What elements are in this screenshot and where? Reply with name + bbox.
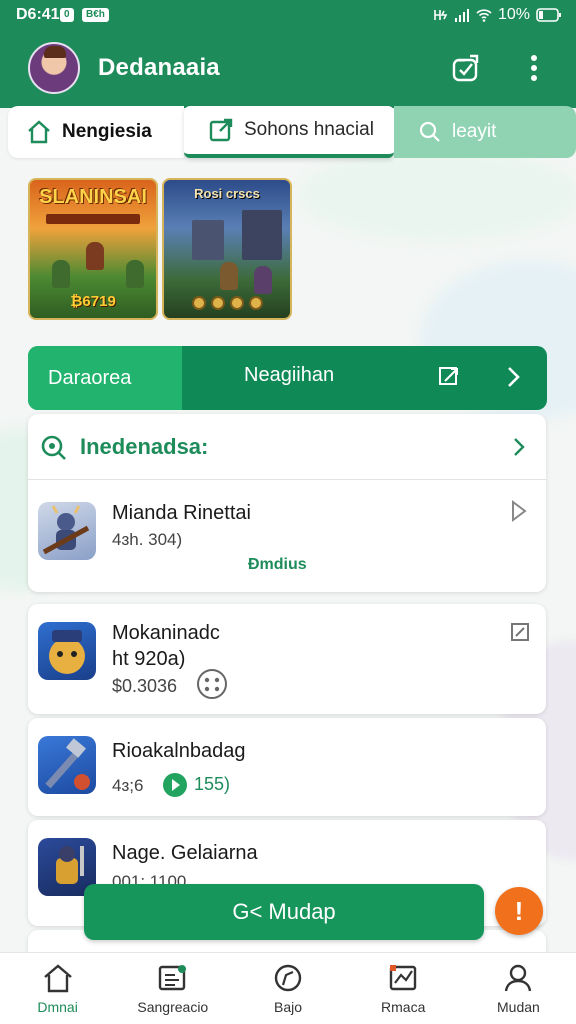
hero-figure [86, 242, 104, 270]
item-thumbnail [38, 736, 96, 794]
nav-news-label: Sangreacio [137, 999, 209, 1015]
app-header: Dedanaaia [0, 34, 576, 108]
network-icon [434, 10, 448, 20]
tab-social[interactable]: Sohons hnacial [184, 106, 394, 158]
item-name: Mokaninadc [112, 622, 220, 644]
search-item-badge: Ɖmdius [248, 556, 307, 573]
game-banner-2[interactable]: Rosi crscs [162, 178, 292, 320]
tab-layout[interactable]: leayit [394, 106, 576, 158]
tab-social-label: Sohons hnacial [244, 119, 374, 140]
item-name: Nage. Gelaiarna [112, 842, 258, 864]
home-icon [28, 120, 50, 144]
nav-profile[interactable]: Mudan [461, 953, 576, 1024]
play-icon[interactable] [162, 772, 188, 798]
search-icon [419, 121, 440, 142]
enemy-figure [254, 266, 272, 294]
tab-home[interactable]: Nengiesia [8, 106, 184, 158]
status-badge-1: 0 [60, 8, 74, 22]
compass-icon [274, 964, 302, 992]
play-outline-icon[interactable] [510, 500, 528, 522]
more-menu-button[interactable] [514, 48, 554, 88]
nav-explore-label: Bajo [273, 999, 303, 1015]
warrior-icon [42, 505, 90, 555]
section-left-tab[interactable]: Daraorea [28, 346, 182, 410]
tab-bar: Nengiesia Sohons hnacial leayit [0, 106, 576, 162]
avatar[interactable] [28, 42, 80, 94]
item-thumbnail [38, 622, 96, 680]
character-icon [49, 630, 85, 674]
item-count-badge: 155) [194, 774, 231, 794]
signal-icon [454, 9, 469, 22]
nav-news[interactable]: Sangreacio [115, 953, 230, 1024]
tab-home-label: Nengiesia [62, 121, 152, 142]
coin-icon [248, 296, 263, 310]
hammer-icon [45, 738, 90, 790]
person-icon [505, 964, 532, 992]
nav-activity-label: Rmaca [381, 999, 426, 1015]
coin-icon [229, 296, 244, 310]
banner-1-title: SLANINSAI [39, 186, 147, 208]
search-icon [41, 435, 66, 460]
item-subtitle: ht 920a) [112, 648, 186, 670]
compose-icon [209, 118, 233, 142]
section-next-button[interactable] [498, 362, 528, 392]
tab-layout-label: leayit [452, 121, 497, 142]
nav-activity[interactable]: Rmaca [346, 953, 461, 1024]
search-title: Inedenadsa: [80, 434, 209, 459]
chevron-right-icon [514, 438, 525, 456]
enemy-figure [126, 260, 144, 288]
banner-1-ribbon [46, 214, 140, 224]
nav-home[interactable]: Dmnai [0, 953, 115, 1024]
banner-2-title: Rosi crscs [194, 186, 260, 201]
search-item-name: Mianda Rinettai [112, 502, 251, 524]
hero-figure [220, 262, 238, 290]
status-badge-2: B€h [82, 8, 109, 22]
building [242, 210, 282, 260]
item-thumbnail [38, 502, 96, 560]
game-banner-1[interactable]: SLANINSAI ₿6719 [28, 178, 158, 320]
list-item[interactable]: Mokaninadc ht 920a) $0.3036 [28, 604, 546, 714]
list-item[interactable]: Rioakalnbadag 4ɜ;6 155) [28, 718, 546, 816]
battery-percent: 10% [497, 6, 530, 23]
coin-icon [210, 296, 225, 310]
search-header[interactable]: Inedenadsa: [28, 414, 546, 480]
wifi-icon [476, 9, 492, 22]
section-left-label: Daraorea [48, 366, 132, 389]
nav-explore[interactable]: Bajo [230, 953, 345, 1024]
building [192, 220, 224, 260]
search-item-sub: 4ɜh. 304) [112, 530, 183, 549]
chevron-right-icon [508, 367, 520, 387]
nav-home-label: Dmnai [37, 999, 78, 1015]
banner-1-footer: ₿6719 [70, 293, 116, 310]
share-icon [439, 367, 458, 385]
app-title: Dedanaaia [98, 54, 220, 81]
edit-check-icon [452, 54, 479, 82]
section-mid-label[interactable]: Neagiihan [244, 364, 334, 387]
item-subtitle: 4ɜ;6 [112, 776, 144, 795]
kebab-icon [531, 55, 537, 81]
battery-icon [536, 8, 561, 22]
search-card: Inedenadsa: Mianda Rinettai 4ɜh. 304) Ɖm… [28, 414, 546, 592]
bottom-nav: Dmnai Sangreacio Bajo Rmaca Mudan [0, 952, 576, 1024]
primary-action-button[interactable]: G< Mudap [84, 884, 484, 940]
share-button[interactable] [434, 362, 464, 392]
section-bar: Daraorea Neagiihan [28, 346, 547, 410]
nav-profile-label: Mudan [497, 999, 540, 1015]
dice-icon[interactable] [196, 668, 228, 700]
status-time: D6:41 [16, 6, 60, 23]
edit-button[interactable] [446, 48, 486, 88]
item-name: Rioakalnbadag [112, 740, 246, 762]
expand-icon[interactable] [510, 622, 530, 642]
status-bar: D6:41 0 B€h 10% [0, 0, 576, 34]
item-price: $0.3036 [112, 676, 178, 696]
home-icon [43, 964, 72, 993]
activity-icon [390, 965, 417, 991]
alert-fab[interactable]: ! [495, 887, 543, 935]
news-icon [158, 965, 186, 991]
coin-icon [191, 296, 206, 310]
banner-2-coins [164, 296, 290, 310]
enemy-figure [52, 260, 70, 288]
